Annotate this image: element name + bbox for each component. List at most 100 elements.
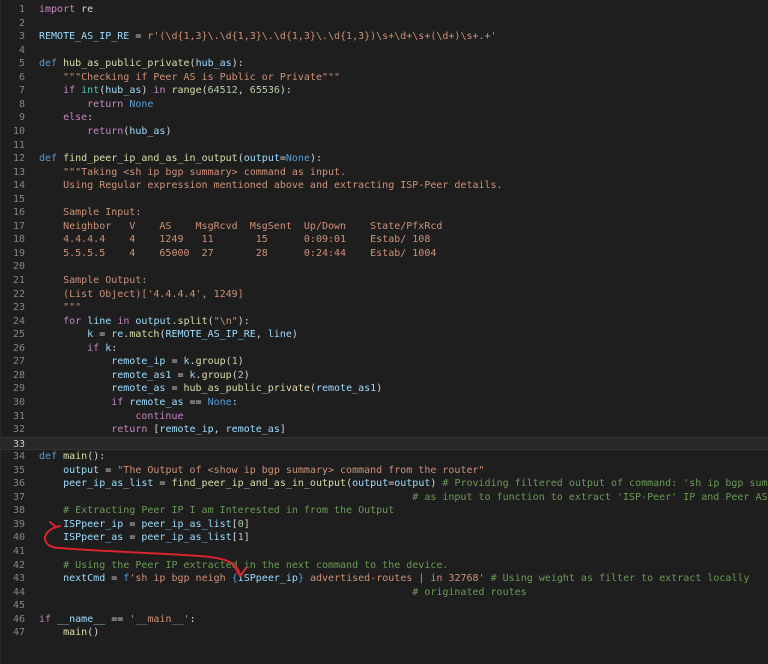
code-token: int <box>81 85 100 97</box>
code-text: # originated routes <box>39 586 526 600</box>
code-line[interactable]: 36 peer_ip_as_list = find_peer_ip_and_as… <box>1 477 768 491</box>
code-line[interactable]: 9 else: <box>1 111 768 125</box>
code-text: return None <box>39 98 153 112</box>
code-line[interactable]: 2 <box>1 17 768 31</box>
line-number: 45 <box>12 600 25 612</box>
code-token: 'sh ip bgp neigh <box>129 573 232 585</box>
code-line[interactable]: 26 if k: <box>1 342 768 356</box>
code-token: ISPpeer_ip <box>39 518 124 530</box>
code-line[interactable]: 43 nextCmd = f'sh ip bgp neigh {ISPpeer_… <box>1 572 768 586</box>
code-text: def find_peer_ip_and_as_in_output(output… <box>39 152 322 166</box>
code-line[interactable]: 22 (List Object)['4.4.4.4', 1249] <box>1 288 768 302</box>
code-line[interactable]: 34 def main(): <box>1 450 768 464</box>
code-token: hub_as <box>129 125 166 137</box>
code-token: None <box>129 98 154 110</box>
line-number: 21 <box>12 275 25 286</box>
code-token: ): <box>237 315 250 327</box>
code-line[interactable]: 8 return None <box>1 98 768 112</box>
code-line[interactable]: 28 remote_as1 = k.group(2) <box>1 369 768 383</box>
code-line[interactable]: 16 Sample Input: <box>1 206 768 220</box>
code-line[interactable]: 10 return(hub_as) <box>1 125 768 139</box>
code-text: """ <box>39 301 81 315</box>
code-token: peer_ip_as_list <box>141 518 232 530</box>
line-number: 28 <box>12 369 25 381</box>
code-token: , <box>213 424 226 436</box>
code-line[interactable]: 47 main() <box>1 626 768 640</box>
code-line[interactable]: 13 """Taking <sh ip bgp summary> command… <box>1 166 768 180</box>
code-token: r'(\d{1,3}\.\d{1,3}\.\d{1,3}\.\d{1,3})\s… <box>147 31 497 43</box>
code-text: Sample Input: <box>39 206 141 220</box>
code-line[interactable]: 45 <box>1 599 768 613</box>
code-line[interactable]: 15 <box>1 193 768 207</box>
code-token: hub_as <box>195 58 232 70</box>
code-token: Neighbor V AS MsgRcvd MsgSent Up/Down St… <box>39 220 443 232</box>
code-line[interactable]: 19 5.5.5.5 4 65000 27 28 0:24:44 Estab/ … <box>1 247 768 261</box>
code-line[interactable]: 33 <box>1 436 768 451</box>
code-line[interactable]: 1 import re <box>1 3 768 17</box>
code-line[interactable]: 23 """ <box>1 301 768 315</box>
code-token: output <box>39 464 100 476</box>
code-text: if remote_as == None: <box>39 396 238 410</box>
line-number: 18 <box>12 234 25 246</box>
line-number: 7 <box>18 85 25 97</box>
code-text: if k: <box>39 342 117 356</box>
line-number: 25 <box>12 329 25 341</box>
code-editor[interactable]: 1 import re 2 3 REMOTE_AS_IP_RE = r'(\d{1,3}… <box>0 0 768 664</box>
line-number: 1 <box>18 4 25 15</box>
code-line[interactable]: 31 continue <box>1 410 768 424</box>
code-token: ] <box>243 518 250 530</box>
code-line[interactable]: 38 # Extracting Peer IP I am Interested … <box>1 504 768 518</box>
line-number: 46 <box>12 613 25 625</box>
line-number: 35 <box>12 464 25 476</box>
code-token: output <box>135 315 172 327</box>
code-line[interactable]: 7 if int(hub_as) in range(64512, 65536): <box>1 84 768 98</box>
code-text: output = "The Output of <show ip bgp sum… <box>39 464 484 478</box>
code-line[interactable]: 25 k = re.match(REMOTE_AS_IP_RE, line) <box>1 328 768 342</box>
code-line[interactable]: 30 if remote_as == None: <box>1 396 768 410</box>
code-token: split <box>177 315 208 327</box>
code-text: # Extracting Peer IP I am Interested in … <box>39 504 394 518</box>
code-token: 65536 <box>249 85 280 97</box>
code-line[interactable]: 12 def find_peer_ip_and_as_in_output(outp… <box>1 152 768 166</box>
code-line[interactable]: 24 for line in output.split("\n"): <box>1 315 768 329</box>
code-line[interactable]: 20 <box>1 260 768 274</box>
code-token: REMOTE_AS_IP_RE <box>165 329 256 341</box>
code-line[interactable]: 21 Sample Output: <box>1 274 768 288</box>
code-line[interactable]: 27 remote_ip = k.group(1) <box>1 355 768 369</box>
code-token: ) <box>243 369 250 381</box>
code-line[interactable]: 41 <box>1 545 768 559</box>
code-line[interactable]: 6 """Checking if Peer AS is Public or Pr… <box>1 71 768 85</box>
code-text: main() <box>39 626 99 640</box>
code-line[interactable]: 29 remote_as = hub_as_public_private(rem… <box>1 382 768 396</box>
code-line[interactable]: 4 <box>1 44 768 58</box>
code-line[interactable]: 42 # Using the Peer IP extracted in the … <box>1 559 768 573</box>
line-number: 11 <box>12 139 25 151</box>
code-line[interactable]: 40 ISPpeer_as = peer_ip_as_list[1] <box>1 531 768 545</box>
code-token: hub_as_public_private <box>63 58 190 70</box>
code-token: ): <box>279 85 292 97</box>
code-line[interactable]: 5 def hub_as_public_private(hub_as): <box>1 57 768 71</box>
code-token: () <box>87 627 100 639</box>
line-number: 26 <box>12 342 25 354</box>
code-line[interactable]: 37 # as input to function to extract 'IS… <box>1 491 768 505</box>
code-line[interactable]: 39 ISPpeer_ip = peer_ip_as_list[0] <box>1 518 768 532</box>
code-line[interactable]: 3 REMOTE_AS_IP_RE = r'(\d{1,3}\.\d{1,3}\.… <box>1 30 768 44</box>
code-text: k = re.match(REMOTE_AS_IP_RE, line) <box>39 328 298 342</box>
code-line[interactable]: 35 output = "The Output of <show ip bgp … <box>1 464 768 478</box>
code-token: return <box>39 98 124 110</box>
code-line[interactable]: 32 return [remote_ip, remote_as] <box>1 423 768 437</box>
code-line[interactable]: 14 Using Regular expression mentioned ab… <box>1 179 768 193</box>
line-number: 17 <box>12 220 25 232</box>
code-text: for line in output.split("\n"): <box>39 315 250 329</box>
code-line[interactable]: 17 Neighbor V AS MsgRcvd MsgSent Up/Down… <box>1 220 768 234</box>
code-token: # as input to function to extract 'ISP-P… <box>39 491 768 503</box>
code-line[interactable]: 11 <box>1 139 768 153</box>
code-token: def <box>39 58 58 70</box>
code-token: # Using weight as filter to extract loca… <box>490 573 750 585</box>
code-token: = <box>171 369 190 381</box>
code-line[interactable]: 18 4.4.4.4 4 1249 11 15 0:09:01 Estab/ 1… <box>1 233 768 247</box>
code-line[interactable]: 46 if __name__ == '__main__': <box>1 613 768 627</box>
code-line[interactable]: 44 # originated routes <box>1 586 768 600</box>
code-token: # Extracting Peer IP I am Interested in … <box>39 505 395 517</box>
code-token: , <box>237 85 250 97</box>
